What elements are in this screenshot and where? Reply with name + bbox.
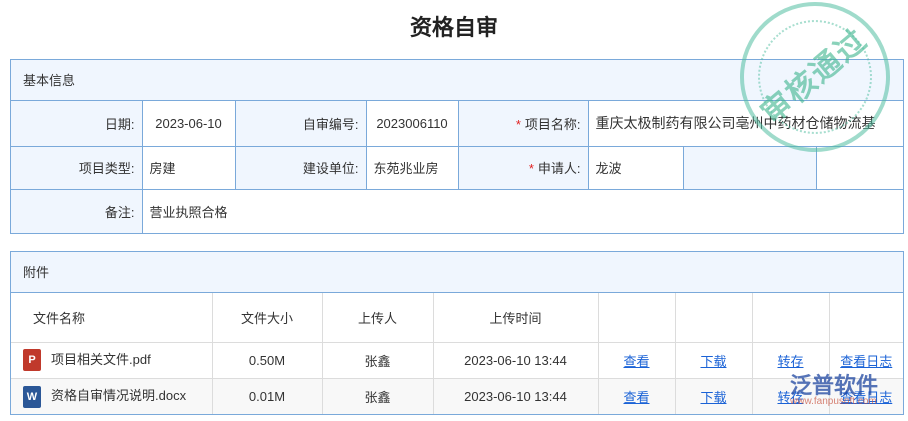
attachments-header: 附件: [11, 252, 903, 293]
project-name-label: * 项目名称:: [457, 101, 589, 147]
col-action-2: [674, 293, 753, 343]
table-header: 文件名称 文件大小 上传人 上传时间: [11, 293, 903, 343]
save-as-link[interactable]: 转存: [777, 390, 803, 405]
attachments-section: 附件 文件名称 文件大小 上传人 上传时间 P 项目相关文件.pdf 0.50M …: [10, 251, 904, 415]
project-name-label-text: 项目名称:: [524, 116, 581, 132]
file-size: 0.01M: [211, 377, 323, 414]
note-label: 备注:: [11, 188, 143, 233]
download-link[interactable]: 下载: [700, 354, 726, 369]
col-action-3: [751, 293, 830, 343]
upload-time: 2023-06-10 13:44: [432, 341, 599, 379]
file-name-cell: W 资格自审情况说明.docx: [11, 377, 213, 414]
date-value: 2023-06-10: [141, 101, 236, 147]
view-log-link[interactable]: 查看日志: [840, 354, 892, 369]
empty-label-cell: [682, 145, 817, 190]
col-uploader: 上传人: [321, 293, 434, 343]
file-size: 0.50M: [211, 341, 323, 379]
file-name: 资格自审情况说明.docx: [51, 387, 187, 403]
pdf-icon: P: [23, 349, 41, 372]
col-action-4: [828, 293, 903, 343]
uploader: 张鑫: [321, 341, 434, 379]
required-mark: *: [515, 116, 521, 132]
download-link[interactable]: 下载: [700, 390, 726, 405]
type-value: 房建: [141, 145, 236, 190]
basic-info-section: 基本信息 日期: 2023-06-10 自审编号: 2023006110 * 项目…: [10, 59, 904, 234]
word-icon: W: [23, 385, 41, 408]
note-value: 营业执照合格: [141, 188, 903, 233]
col-file-name: 文件名称: [11, 293, 213, 343]
code-label: 自审编号:: [234, 101, 367, 147]
code-value: 2023006110: [365, 101, 459, 147]
upload-time: 2023-06-10 13:44: [432, 377, 599, 414]
file-name: 项目相关文件.pdf: [51, 351, 151, 367]
view-log-link[interactable]: 查看日志: [840, 390, 892, 405]
view-link[interactable]: 查看: [623, 354, 649, 369]
empty-value-cell: [815, 145, 903, 190]
basic-info-header: 基本信息: [11, 60, 903, 101]
type-label: 项目类型:: [11, 145, 143, 190]
applicant-label-text: 申请人:: [537, 161, 581, 176]
save-as-link[interactable]: 转存: [777, 354, 803, 369]
table-row: W 资格自审情况说明.docx 0.01M 张鑫 2023-06-10 13:44…: [11, 377, 903, 414]
table-row: P 项目相关文件.pdf 0.50M 张鑫 2023-06-10 13:44 查看…: [11, 341, 903, 379]
unit-value: 东苑兆业房: [365, 145, 459, 190]
unit-label: 建设单位:: [234, 145, 367, 190]
applicant-value: 龙波: [587, 145, 684, 190]
required-mark: *: [528, 161, 534, 176]
file-name-cell: P 项目相关文件.pdf: [11, 341, 213, 379]
project-name-value: 重庆太极制药有限公司亳州中药材仓储物流基: [587, 101, 903, 147]
col-file-size: 文件大小: [211, 293, 323, 343]
uploader: 张鑫: [321, 377, 434, 414]
col-upload-time: 上传时间: [432, 293, 599, 343]
date-label: 日期:: [11, 101, 143, 147]
view-link[interactable]: 查看: [623, 390, 649, 405]
applicant-label: * 申请人:: [457, 145, 589, 190]
page-title: 资格自审: [409, 15, 498, 40]
col-action-1: [597, 293, 676, 343]
